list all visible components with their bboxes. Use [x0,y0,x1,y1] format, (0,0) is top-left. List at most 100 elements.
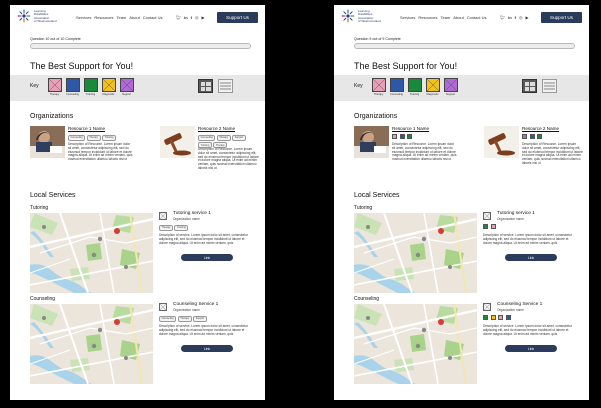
counseling-icon [399,134,405,139]
main-nav: Services Resources Team About Contact Us [76,15,163,20]
tutoring-icon [483,224,488,229]
support-us-button[interactable]: Support Us [541,12,582,23]
nav-team[interactable]: Team [116,15,126,20]
counseling-map[interactable] [354,304,477,384]
tag: Therapy [86,135,101,141]
linkedin-icon[interactable]: in [508,15,512,20]
resource-2-title[interactable]: Resource 2 Name [198,126,235,131]
counseling-service-description: Description of service. Lorem ipsum dolo… [483,324,572,336]
nav-contact[interactable]: Contact Us [143,15,163,20]
diagnostic-icon [490,315,496,320]
tutoring-icon [483,315,488,320]
tutoring-link-button[interactable]: Link [181,254,233,261]
tutoring-map[interactable] [30,213,153,293]
service-placeholder-icon [159,303,167,311]
lda-logo-icon[interactable] [341,9,355,23]
tutoring-icon [407,134,412,139]
key-item-support[interactable]: Support [119,78,134,96]
organizations-heading: Organizations [354,113,398,120]
resource-2-description: Description of Resource. Lorem ipsum dol… [522,142,583,165]
tutoring-service-org: Organization name [173,217,200,221]
tag: Support [232,135,246,141]
twitter-icon[interactable]: 🐦︎ [176,15,181,20]
facebook-icon[interactable]: f [515,15,516,20]
nav-resources[interactable]: Resources [94,15,113,20]
nav-contact[interactable]: Contact Us [467,15,487,20]
nav-about[interactable]: About [129,15,139,20]
key-item-diagnostic[interactable]: Diagnostic [425,78,440,96]
resource-1-description: Description of Resource. Lorem ipsum dol… [68,142,133,162]
key-item-counseling[interactable]: Counseling [65,78,80,96]
main-nav: Services Resources Team About Contact Us [400,15,487,20]
counseling-service-category-icons [483,315,512,320]
tag: Counseling [68,135,86,141]
key-item-therapy[interactable]: Therapy [371,78,386,96]
counseling-service-org: Organization name [497,308,524,312]
resource-1-image[interactable] [30,126,65,158]
counseling-map[interactable] [30,304,153,384]
tutoring-heading: Tutoring [30,205,49,211]
tag: Counseling [198,135,216,141]
resource-2-title[interactable]: Resource 2 Name [522,126,559,131]
progress-fill [355,44,574,48]
support-us-button[interactable]: Support Us [217,12,258,23]
key-item-counseling[interactable]: Counseling [389,78,404,96]
therapy-icon [498,315,503,320]
key-item-therapy[interactable]: Therapy [47,78,62,96]
counseling-link-button[interactable]: Link [181,345,233,352]
tag: Support [193,316,207,322]
nav-team[interactable]: Team [440,15,450,20]
resource-1-title[interactable]: Resource 1 Name [392,126,429,131]
results-page-10-questions: Learning Disabilities Association of Westm… [10,5,265,400]
nav-resources[interactable]: Resources [418,15,437,20]
twitter-icon[interactable]: 🐦︎ [500,15,505,20]
page-title: The Best Support for You! [354,61,458,71]
site-header: Learning Disabilities Association of Westm… [10,5,265,33]
nav-services[interactable]: Services [76,15,91,20]
grid-view-toggle[interactable] [198,79,213,93]
youtube-icon[interactable]: ▶ [525,15,528,20]
progress-bar [354,43,575,49]
key-item-tutoring[interactable]: Tutoring [407,78,422,96]
nav-about[interactable]: About [453,15,463,20]
tutoring-service-name[interactable]: Tutoring service 1 [173,211,211,216]
facebook-icon[interactable]: f [191,15,192,20]
key-item-tutoring[interactable]: Tutoring [83,78,98,96]
grid-view-toggle[interactable] [522,79,537,93]
counseling-service-name[interactable]: Counseling Service 1 [173,302,218,307]
counseling-service-description: Description of service. Lorem ipsum dolo… [159,324,248,336]
nav-services[interactable]: Services [400,15,415,20]
tutoring-service-description: Description of service. Lorem ipsum dolo… [159,233,248,245]
tutoring-service-name[interactable]: Tutoring service 1 [497,211,535,216]
resource-1-title[interactable]: Resource 1 Name [68,126,105,131]
lda-logo-icon[interactable] [17,9,31,23]
resource-1-category-icons [392,134,413,139]
instagram-icon[interactable]: ◎ [519,15,523,20]
progress-bar [30,43,251,49]
social-links: 🐦︎ in f ◎ ▶ [176,15,205,20]
list-view-toggle[interactable] [218,79,233,93]
resource-2-description: Description of Resource. Lorem ipsum dol… [198,147,259,170]
resource-2-image[interactable] [160,126,195,158]
youtube-icon[interactable]: ▶ [201,15,204,20]
list-view-toggle[interactable] [542,79,557,93]
resource-1-image[interactable] [354,126,389,158]
resource-2-category-icons [522,134,543,139]
question-progress-text: Question 9 out of 9 Complete [354,37,401,41]
counseling-link-button[interactable]: Link [505,345,557,352]
local-services-heading: Local Services [30,192,76,199]
tutoring-map[interactable] [354,213,477,293]
local-services-heading: Local Services [354,192,400,199]
logo-text: Learning Disabilities Association of Westm… [358,9,381,24]
therapy-icon [371,78,386,92]
tutoring-link-button[interactable]: Link [505,254,557,261]
resource-1-description: Description of Resource. Lorem ipsum dol… [392,142,457,162]
key-item-support[interactable]: Support [443,78,458,96]
resource-2-image[interactable] [484,126,519,158]
instagram-icon[interactable]: ◎ [195,15,199,20]
key-item-diagnostic[interactable]: Diagnostic [101,78,116,96]
counseling-service-name[interactable]: Counseling Service 1 [497,302,542,307]
tag: Tutoring [174,225,189,231]
linkedin-icon[interactable]: in [184,15,188,20]
counseling-icon [529,134,535,139]
